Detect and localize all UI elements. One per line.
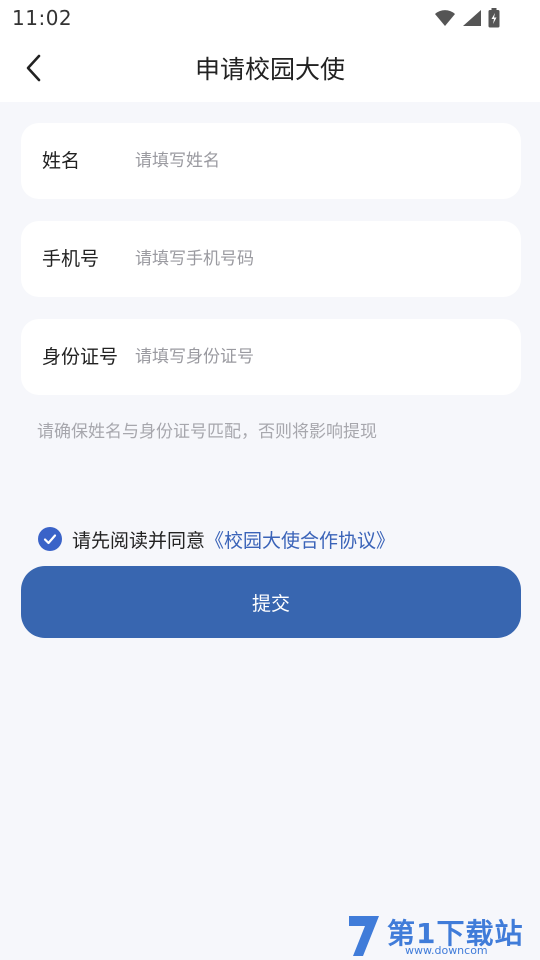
phone-input[interactable] bbox=[135, 243, 505, 275]
agreement-text: 请先阅读并同意 bbox=[72, 529, 206, 552]
agreement-checkbox[interactable] bbox=[38, 527, 62, 551]
watermark: 第1下载站 www.downcom bbox=[345, 910, 540, 960]
submit-button[interactable]: 提交 bbox=[21, 566, 521, 638]
watermark-logo-icon bbox=[349, 916, 379, 956]
nav-bar: 申请校园大使 bbox=[0, 36, 540, 102]
phone-label: 手机号 bbox=[42, 248, 100, 270]
agreement-link[interactable]: 《校园大使合作协议》 bbox=[205, 526, 395, 553]
signal-icon bbox=[463, 10, 481, 26]
id-number-field-card: 身份证号 bbox=[21, 319, 521, 395]
page-title: 申请校园大使 bbox=[194, 55, 345, 84]
battery-icon bbox=[488, 8, 500, 28]
id-number-input[interactable] bbox=[135, 341, 505, 373]
check-icon bbox=[43, 534, 57, 545]
status-icons bbox=[434, 7, 500, 29]
name-label: 姓名 bbox=[42, 150, 81, 172]
agreement-row: 请先阅读并同意 《校园大使合作协议》 bbox=[38, 525, 395, 553]
phone-field-card: 手机号 bbox=[21, 221, 521, 297]
watermark-url: www.downcom bbox=[405, 944, 488, 957]
wifi-icon bbox=[435, 10, 455, 26]
name-field-card: 姓名 bbox=[21, 123, 521, 199]
status-time: 11:02 bbox=[12, 6, 73, 30]
name-input[interactable] bbox=[135, 145, 505, 177]
id-number-label: 身份证号 bbox=[42, 346, 119, 368]
hint-text: 请确保姓名与身份证号匹配，否则将影响提现 bbox=[37, 422, 377, 442]
status-bar: 11:02 bbox=[0, 0, 540, 36]
